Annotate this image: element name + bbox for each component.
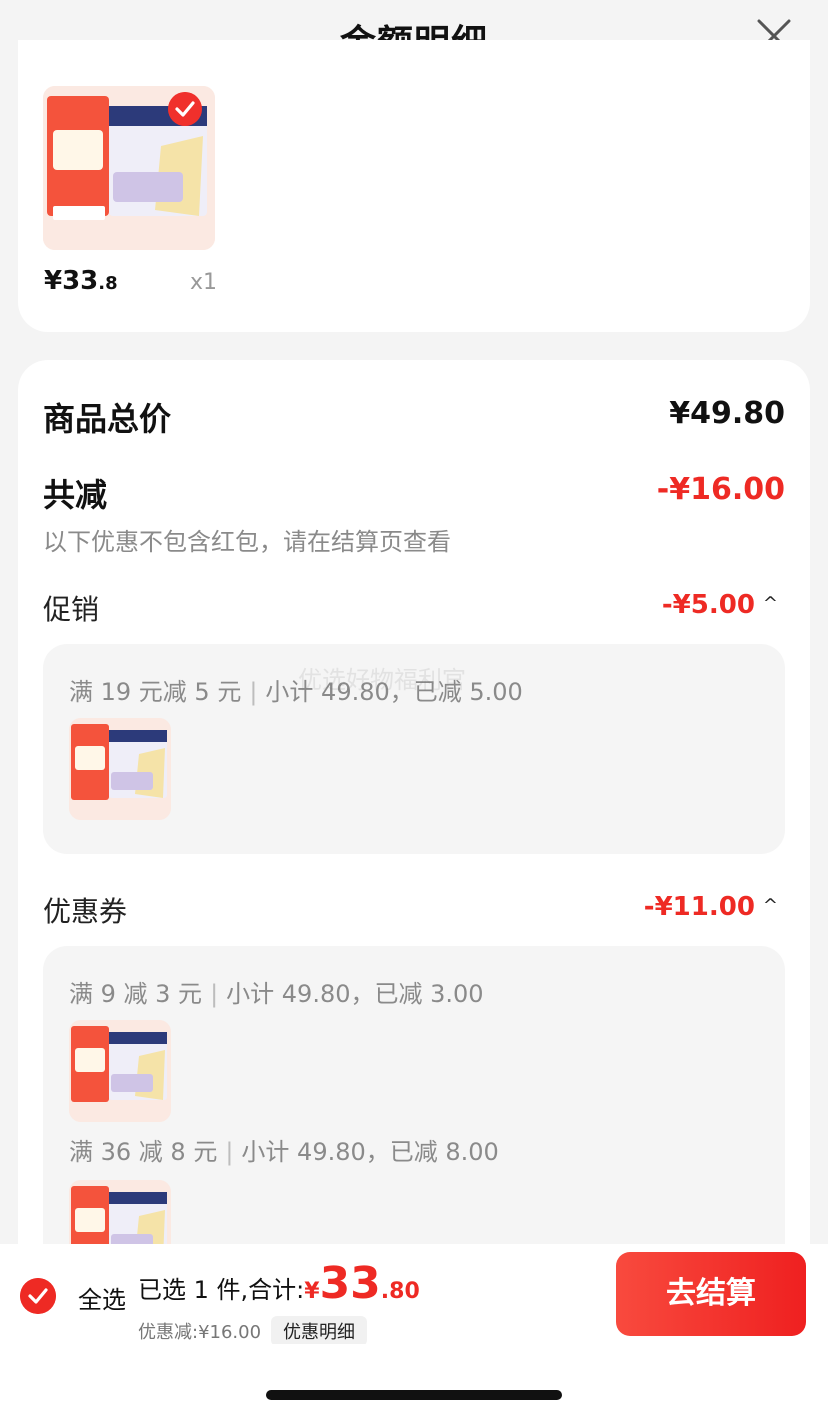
home-indicator[interactable]	[266, 1390, 562, 1400]
discount-summary: 优惠减:¥16.00 优惠明细	[138, 1316, 368, 1346]
product-card: ¥33.8 x1	[18, 40, 810, 332]
checkout-bar: 全选 已选 1 件,合计:¥33.80 优惠减:¥16.00 优惠明细 去结算	[0, 1244, 828, 1346]
select-all-label[interactable]: 全选	[78, 1280, 126, 1315]
discount-note: 以下优惠不包含红包，请在结算页查看	[43, 528, 451, 556]
order-total: 已选 1 件,合计:¥33.80	[138, 1258, 420, 1309]
checkout-button[interactable]: 去结算	[616, 1252, 806, 1336]
discount-detail-button[interactable]: 优惠明细	[271, 1316, 368, 1346]
watermark: 优选好物福利官	[298, 666, 466, 694]
discount-value: -¥16.00	[656, 472, 785, 507]
coupon-toggle[interactable]: -¥11.00 ^	[644, 892, 778, 922]
chevron-up-icon: ^	[762, 593, 778, 614]
coupon-product-image[interactable]	[69, 1020, 171, 1122]
check-icon[interactable]	[20, 1278, 56, 1314]
discount-label: 共减	[43, 476, 108, 514]
total-value: ¥49.80	[669, 396, 785, 431]
coupon-rule: 满 36 减 8 元 | 小计 49.80，已减 8.00	[69, 1138, 499, 1166]
chevron-up-icon: ^	[762, 895, 778, 916]
promotion-toggle[interactable]: -¥5.00 ^	[662, 590, 778, 620]
coupon-rule: 满 9 减 3 元 | 小计 49.80，已减 3.00	[69, 980, 484, 1008]
promotion-label: 促销	[43, 593, 100, 626]
product-quantity: x1	[190, 270, 218, 295]
check-icon[interactable]	[168, 92, 202, 126]
home-area	[0, 1344, 828, 1418]
product-price: ¥33.8	[44, 266, 118, 296]
coupon-label: 优惠券	[43, 895, 128, 928]
promotion-amount: -¥5.00	[661, 590, 755, 620]
total-label: 商品总价	[43, 400, 172, 438]
promotion-product-image[interactable]	[69, 718, 171, 820]
coupon-amount: -¥11.00	[643, 892, 755, 922]
